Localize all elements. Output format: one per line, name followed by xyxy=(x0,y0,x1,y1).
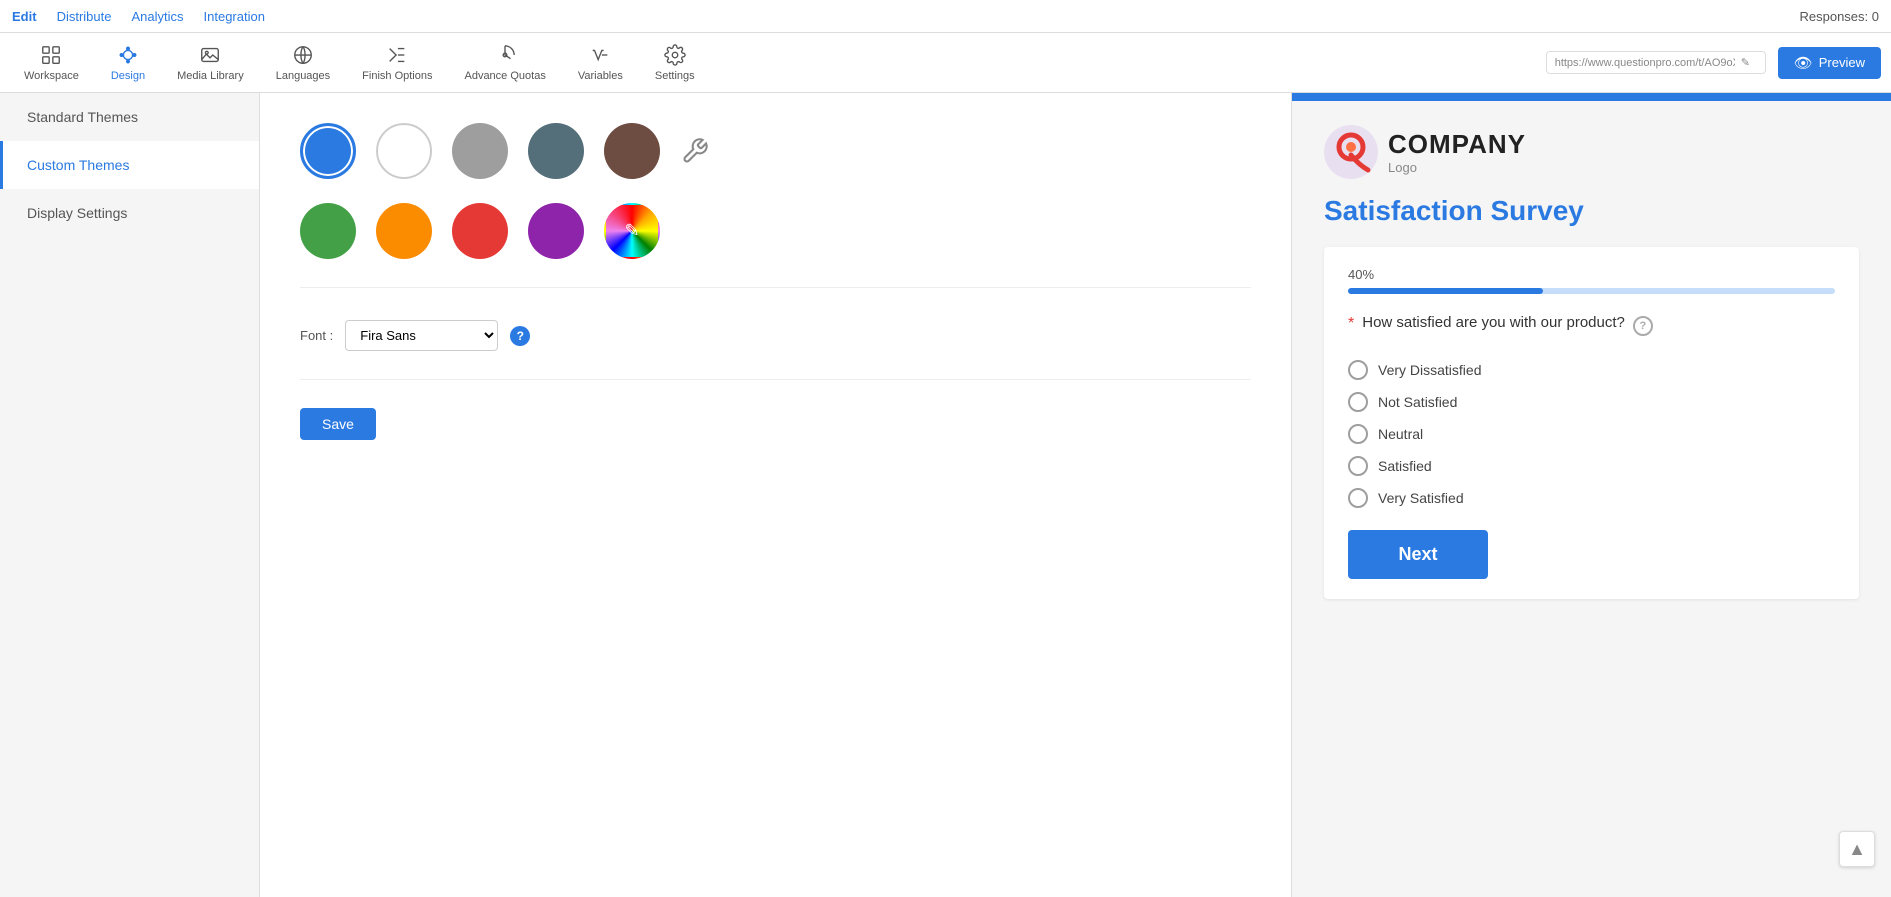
theme-row-1 xyxy=(300,123,1251,179)
progress-bar-fill xyxy=(1348,288,1543,294)
media-library-label: Media Library xyxy=(177,70,244,82)
toolbar-design[interactable]: Design xyxy=(97,40,159,86)
option-label-1: Very Dissatisfied xyxy=(1378,362,1481,378)
toolbar-variables[interactable]: Variables xyxy=(564,40,637,86)
preview-button[interactable]: 👁 Preview xyxy=(1778,47,1881,79)
logo-text: COMPANY Logo xyxy=(1388,129,1526,175)
progress-label: 40% xyxy=(1348,267,1835,282)
radio-circle-4 xyxy=(1348,456,1368,476)
theme-green[interactable] xyxy=(300,203,356,259)
nav-edit[interactable]: Edit xyxy=(12,9,37,24)
toolbar-workspace[interactable]: Workspace xyxy=(10,40,93,86)
option-label-5: Very Satisfied xyxy=(1378,490,1464,506)
toolbar-settings[interactable]: Settings xyxy=(641,40,709,86)
scroll-top-button[interactable]: ▲ xyxy=(1839,831,1875,867)
question-row: * How satisfied are you with our product… xyxy=(1348,314,1835,336)
toolbar-media-library[interactable]: Media Library xyxy=(163,40,258,86)
radio-circle-5 xyxy=(1348,488,1368,508)
font-select[interactable]: Fira Sans Arial Helvetica Georgia Times … xyxy=(345,320,498,351)
next-button[interactable]: Next xyxy=(1348,530,1488,579)
divider-2 xyxy=(300,379,1251,380)
radio-option-4[interactable]: Satisfied xyxy=(1348,450,1835,482)
nav-distribute[interactable]: Distribute xyxy=(57,9,112,24)
sidebar-item-custom-themes[interactable]: Custom Themes xyxy=(0,141,259,189)
company-name: COMPANY xyxy=(1388,129,1526,160)
option-label-2: Not Satisfied xyxy=(1378,394,1457,410)
toolbar-advance-quotas[interactable]: Advance Quotas xyxy=(450,40,559,86)
option-label-4: Satisfied xyxy=(1378,458,1432,474)
question-help-icon[interactable]: ? xyxy=(1633,316,1653,336)
preview-logo: COMPANY Logo xyxy=(1324,125,1859,179)
url-box: https://www.questionpro.com/t/AO9oX2 ✎ xyxy=(1546,51,1766,74)
theme-orange[interactable] xyxy=(376,203,432,259)
advance-quotas-label: Advance Quotas xyxy=(464,70,545,82)
company-sub: Logo xyxy=(1388,160,1526,175)
theme-brown[interactable] xyxy=(604,123,660,179)
preview-top-bar xyxy=(1292,93,1891,101)
radio-circle-3 xyxy=(1348,424,1368,444)
font-label: Font : xyxy=(300,328,333,343)
survey-card: 40% * How satisfied are you with our pro… xyxy=(1324,247,1859,599)
main-layout: Standard Themes Custom Themes Display Se… xyxy=(0,93,1891,897)
workspace-label: Workspace xyxy=(24,70,79,82)
top-nav: Edit Distribute Analytics Integration Re… xyxy=(0,0,1891,33)
toolbar-finish-options[interactable]: Finish Options xyxy=(348,40,446,86)
settings-label: Settings xyxy=(655,70,695,82)
theme-rainbow[interactable]: ✎ xyxy=(604,203,660,259)
finish-options-label: Finish Options xyxy=(362,70,432,82)
theme-dark-gray[interactable] xyxy=(528,123,584,179)
sidebar-item-standard-themes[interactable]: Standard Themes xyxy=(0,93,259,141)
survey-title: Satisfaction Survey xyxy=(1324,195,1859,227)
theme-row-2: ✎ xyxy=(300,203,1251,259)
font-help-icon[interactable]: ? xyxy=(510,326,530,346)
languages-label: Languages xyxy=(276,70,330,82)
radio-option-1[interactable]: Very Dissatisfied xyxy=(1348,354,1835,386)
radio-option-2[interactable]: Not Satisfied xyxy=(1348,386,1835,418)
option-label-3: Neutral xyxy=(1378,426,1423,442)
theme-blue[interactable] xyxy=(300,123,356,179)
radio-option-3[interactable]: Neutral xyxy=(1348,418,1835,450)
theme-purple[interactable] xyxy=(528,203,584,259)
content-area: ✎ Font : Fira Sans Arial Helvetica Georg… xyxy=(260,93,1291,897)
nav-analytics[interactable]: Analytics xyxy=(131,9,183,24)
theme-red[interactable] xyxy=(452,203,508,259)
theme-white[interactable] xyxy=(376,123,432,179)
required-star: * xyxy=(1348,315,1354,333)
preview-panel: COMPANY Logo Satisfaction Survey 40% * H… xyxy=(1291,93,1891,897)
url-edit-icon[interactable]: ✎ xyxy=(1741,56,1750,69)
sidebar: Standard Themes Custom Themes Display Se… xyxy=(0,93,260,897)
nav-integration[interactable]: Integration xyxy=(204,9,265,24)
url-text: https://www.questionpro.com/t/AO9oX2 xyxy=(1555,57,1735,69)
radio-circle-2 xyxy=(1348,392,1368,412)
responses-count: Responses: 0 xyxy=(1800,9,1880,24)
save-button[interactable]: Save xyxy=(300,408,376,440)
variables-label: Variables xyxy=(578,70,623,82)
font-row: Font : Fira Sans Arial Helvetica Georgia… xyxy=(300,320,1251,351)
design-label: Design xyxy=(111,70,145,82)
toolbar-languages[interactable]: Languages xyxy=(262,40,344,86)
theme-light-gray[interactable] xyxy=(452,123,508,179)
sidebar-item-display-settings[interactable]: Display Settings xyxy=(0,189,259,237)
question-text: How satisfied are you with our product? xyxy=(1362,314,1625,331)
toolbar: Workspace Design Media Library Languages… xyxy=(0,33,1891,93)
wrench-icon[interactable] xyxy=(680,136,710,166)
company-logo-icon xyxy=(1324,125,1378,179)
progress-bar-bg xyxy=(1348,288,1835,294)
preview-body: COMPANY Logo Satisfaction Survey 40% * H… xyxy=(1292,101,1891,623)
radio-option-5[interactable]: Very Satisfied xyxy=(1348,482,1835,514)
radio-circle-1 xyxy=(1348,360,1368,380)
divider xyxy=(300,287,1251,288)
